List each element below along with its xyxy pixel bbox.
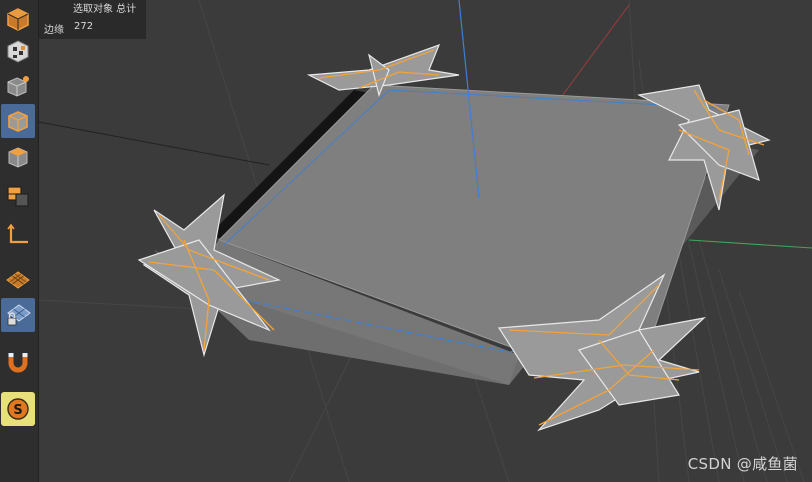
svg-text:S: S [13, 403, 22, 418]
edges-count: 272 [74, 21, 94, 32]
snap-button[interactable]: S [1, 392, 35, 426]
scene-canvas [39, 0, 812, 482]
workplane-button[interactable] [1, 263, 35, 297]
watermark: CSDN @咸鱼菌 [687, 455, 798, 473]
selection-info-panel: 选取对象 总计 边缘 272 [39, 0, 146, 39]
uv-mode-button[interactable] [1, 179, 35, 213]
locked-workplane-icon [7, 304, 31, 326]
edges-label: 边缘 [44, 25, 64, 36]
workplane-icon [6, 271, 30, 289]
magnet-button[interactable] [1, 345, 35, 379]
polygon-mode-icon [8, 147, 28, 168]
snap-icon: S [7, 398, 29, 420]
axis-mode-button[interactable] [1, 218, 35, 252]
texture-mode-button[interactable] [1, 34, 35, 68]
locked-workplane-button[interactable] [1, 298, 35, 332]
edge-mode-button[interactable] [1, 104, 35, 138]
texture-mode-icon [7, 40, 29, 63]
viewport-3d[interactable] [39, 0, 812, 482]
app-window: S 选取对象 总计 边缘 272 CSDN @咸鱼菌 [0, 0, 812, 482]
object-mode-icon [7, 8, 29, 31]
object-mode-button[interactable] [1, 2, 35, 36]
polygon-mode-button[interactable] [1, 140, 35, 174]
point-mode-icon [7, 76, 29, 97]
magnet-icon [8, 353, 28, 373]
axis-mode-icon [7, 223, 28, 244]
uv-mode-icon [7, 186, 29, 207]
point-mode-button[interactable] [1, 69, 35, 103]
selection-summary-header: 选取对象 总计 [73, 4, 137, 15]
edge-mode-icon [8, 111, 28, 132]
mode-toolbar: S [0, 0, 39, 482]
